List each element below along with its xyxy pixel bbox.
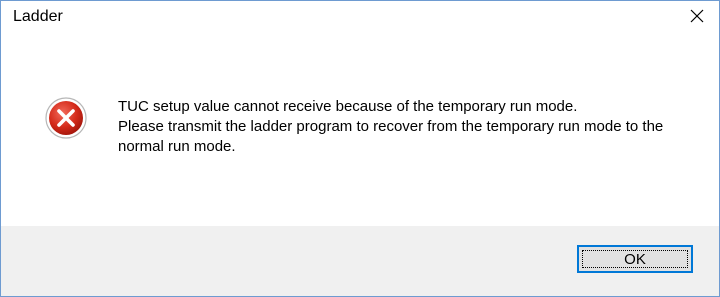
- error-icon: [45, 97, 87, 139]
- message-line: Please transmit the ladder program to re…: [118, 118, 664, 155]
- message-dialog: Ladder TUC setup value cannot receive be…: [0, 0, 720, 297]
- title-bar: Ladder: [1, 1, 719, 31]
- button-bar: OK: [1, 226, 719, 296]
- message-text: TUC setup value cannot receive because o…: [118, 97, 688, 157]
- close-icon: [690, 9, 704, 23]
- close-button[interactable]: [675, 1, 719, 31]
- dialog-content: TUC setup value cannot receive because o…: [1, 31, 719, 226]
- ok-button[interactable]: OK: [577, 245, 693, 273]
- message-line: TUC setup value cannot receive because o…: [118, 98, 578, 115]
- ok-button-label: OK: [624, 250, 646, 268]
- window-title: Ladder: [13, 8, 63, 25]
